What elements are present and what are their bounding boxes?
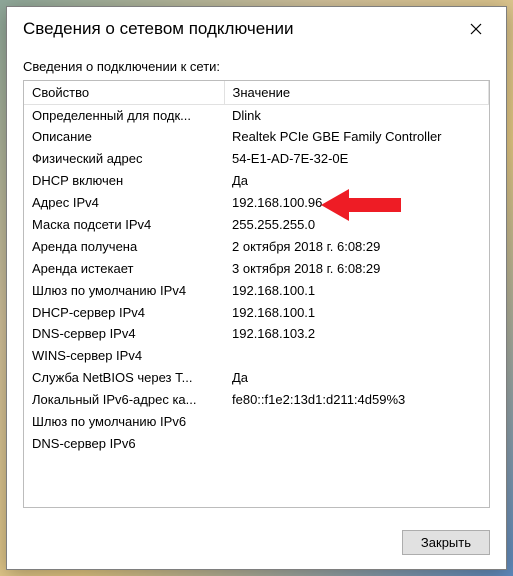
value-cell: 54-E1-AD-7E-32-0E [224, 149, 489, 171]
table-row[interactable]: DNS-сервер IPv4192.168.103.2 [24, 324, 489, 346]
value-cell: Realtek PCIe GBE Family Controller [224, 127, 489, 149]
table-row[interactable]: ОписаниеRealtek PCIe GBE Family Controll… [24, 127, 489, 149]
dialog-footer: Закрыть [7, 520, 506, 569]
property-cell: DHCP включен [24, 171, 224, 193]
table-row[interactable]: Физический адрес54-E1-AD-7E-32-0E [24, 149, 489, 171]
table-header-row[interactable]: Свойство Значение [24, 81, 489, 105]
table-row[interactable]: Шлюз по умолчанию IPv4192.168.100.1 [24, 280, 489, 302]
close-icon[interactable] [460, 17, 492, 41]
property-cell: DNS-сервер IPv4 [24, 324, 224, 346]
property-cell: Шлюз по умолчанию IPv4 [24, 280, 224, 302]
property-cell: Локальный IPv6-адрес ка... [24, 390, 224, 412]
table-row[interactable]: Маска подсети IPv4255.255.255.0 [24, 214, 489, 236]
table-row[interactable]: DHCP-сервер IPv4192.168.100.1 [24, 302, 489, 324]
properties-list: Свойство Значение Определенный для подк.… [23, 80, 490, 508]
property-cell: Описание [24, 127, 224, 149]
close-button[interactable]: Закрыть [402, 530, 490, 555]
property-cell: WINS-сервер IPv4 [24, 346, 224, 368]
table-row[interactable]: DNS-сервер IPv6 [24, 433, 489, 455]
subheader: Сведения о подключении к сети: [7, 51, 506, 80]
table-row[interactable]: Локальный IPv6-адрес ка...fe80::f1e2:13d… [24, 390, 489, 412]
value-cell [224, 346, 489, 368]
value-cell: 192.168.100.96 [224, 193, 489, 215]
dialog-title: Сведения о сетевом подключении [23, 19, 294, 39]
table-row[interactable]: Адрес IPv4192.168.100.96 [24, 193, 489, 215]
value-cell [224, 433, 489, 455]
property-cell: DHCP-сервер IPv4 [24, 302, 224, 324]
property-cell: Аренда получена [24, 236, 224, 258]
value-cell [224, 411, 489, 433]
property-cell: Физический адрес [24, 149, 224, 171]
titlebar: Сведения о сетевом подключении [7, 7, 506, 51]
col-property[interactable]: Свойство [24, 81, 224, 105]
property-cell: Адрес IPv4 [24, 193, 224, 215]
table-row[interactable]: DHCP включенДа [24, 171, 489, 193]
table-row[interactable]: WINS-сервер IPv4 [24, 346, 489, 368]
value-cell: Да [224, 368, 489, 390]
value-cell: 192.168.100.1 [224, 280, 489, 302]
value-cell: fe80::f1e2:13d1:d211:4d59%3 [224, 390, 489, 412]
col-value[interactable]: Значение [224, 81, 489, 105]
value-cell: 192.168.100.1 [224, 302, 489, 324]
property-cell: Определенный для подк... [24, 105, 224, 127]
value-cell: 2 октября 2018 г. 6:08:29 [224, 236, 489, 258]
properties-table: Свойство Значение Определенный для подк.… [24, 81, 489, 455]
property-cell: Служба NetBIOS через T... [24, 368, 224, 390]
property-cell: Шлюз по умолчанию IPv6 [24, 411, 224, 433]
table-row[interactable]: Аренда истекает3 октября 2018 г. 6:08:29 [24, 258, 489, 280]
property-cell: Маска подсети IPv4 [24, 214, 224, 236]
property-cell: Аренда истекает [24, 258, 224, 280]
table-row[interactable]: Служба NetBIOS через T...Да [24, 368, 489, 390]
value-cell: Dlink [224, 105, 489, 127]
value-cell: Да [224, 171, 489, 193]
network-details-dialog: Сведения о сетевом подключении Сведения … [6, 6, 507, 570]
property-cell: DNS-сервер IPv6 [24, 433, 224, 455]
value-cell: 192.168.103.2 [224, 324, 489, 346]
table-row[interactable]: Шлюз по умолчанию IPv6 [24, 411, 489, 433]
table-row[interactable]: Определенный для подк...Dlink [24, 105, 489, 127]
value-cell: 3 октября 2018 г. 6:08:29 [224, 258, 489, 280]
table-row[interactable]: Аренда получена2 октября 2018 г. 6:08:29 [24, 236, 489, 258]
value-cell: 255.255.255.0 [224, 214, 489, 236]
